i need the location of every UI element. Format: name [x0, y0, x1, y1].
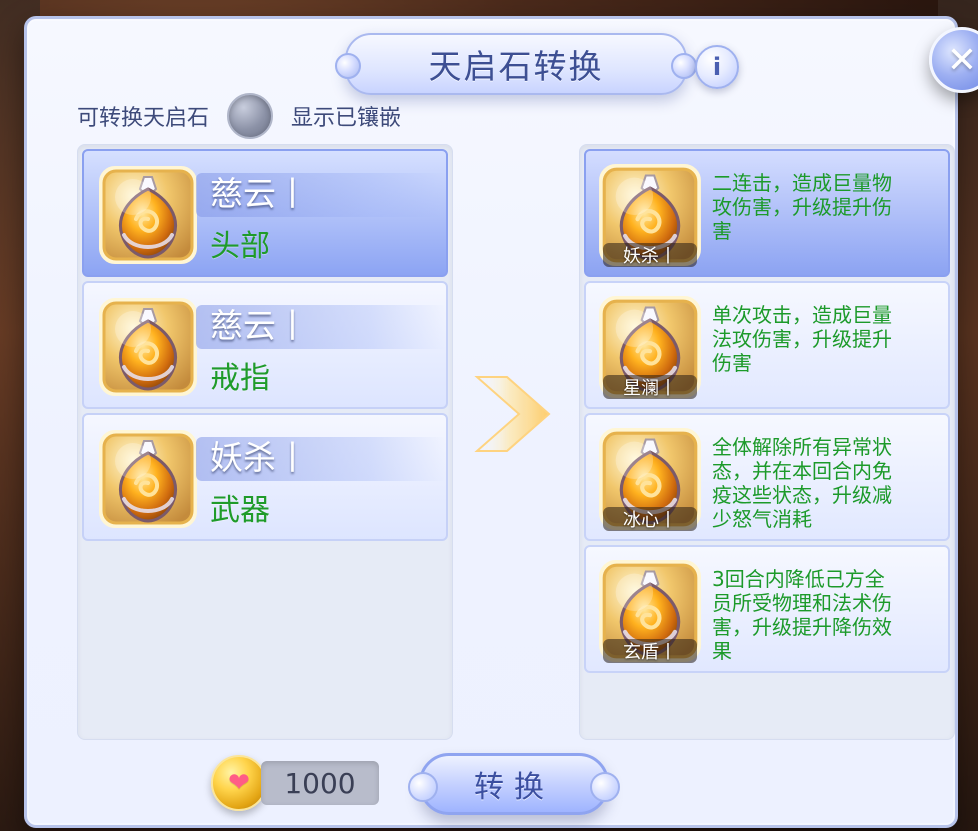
- close-icon: ✕: [946, 39, 978, 81]
- dialog-title: 天启石转换: [428, 47, 604, 86]
- info-icon: i: [712, 53, 722, 81]
- filter-label-show-embedded: 显示已镶嵌: [291, 106, 402, 131]
- sky-stone-icon: [98, 297, 198, 397]
- close-button[interactable]: ✕: [929, 27, 978, 93]
- right-stone-item[interactable]: 冰心丨 全体解除所有异常状 态，并在本回合内免 疫这些状态，升级减 少怒气消耗: [584, 413, 950, 541]
- heart-coin-icon: ❤: [211, 755, 267, 811]
- equipment-slot: 头部: [210, 229, 270, 264]
- left-stone-item[interactable]: 慈云丨 戒指: [82, 281, 448, 409]
- equipment-slot: 武器: [210, 493, 270, 528]
- convert-button[interactable]: 转换: [408, 753, 620, 815]
- dialog-title-bar: 天启石转换: [335, 33, 697, 95]
- skill-description: 单次攻击，造成巨量 法攻伤害，升级提升 伤害: [712, 303, 892, 375]
- stone-convert-dialog: 天启石转换 i ✕ 可转换天启石 显示已镶嵌 慈云丨 头部 慈云丨 戒指 妖杀丨 武器 妖…: [24, 16, 978, 828]
- stone-name: 慈云丨: [210, 174, 309, 213]
- sky-stone-icon: [98, 165, 198, 265]
- info-button[interactable]: i: [695, 45, 739, 89]
- stone-name: 妖杀丨: [210, 438, 309, 477]
- currency-amount: 1000: [261, 761, 379, 805]
- convert-label: 转换: [474, 770, 554, 805]
- right-stone-item[interactable]: 玄盾丨 3回合内降低己方全 员所受物理和法术伤 害，升级提升降伤效 果: [584, 545, 950, 673]
- filter-label-convertible: 可转换天启石: [77, 106, 210, 131]
- skill-description: 3回合内降低己方全 员所受物理和法术伤 害，升级提升降伤效 果: [712, 567, 892, 663]
- right-stone-item[interactable]: 妖杀丨 二连击，造成巨量物 攻伤害，升级提升伤 害: [584, 149, 950, 277]
- skill-description: 二连击，造成巨量物 攻伤害，升级提升伤 害: [712, 171, 892, 243]
- skill-description: 全体解除所有异常状 态，并在本回合内免 疫这些状态，升级减 少怒气消耗: [712, 435, 892, 531]
- stone-label: 冰心丨: [603, 507, 697, 531]
- left-stone-item[interactable]: 慈云丨 头部: [82, 149, 448, 277]
- right-stone-list[interactable]: 妖杀丨 二连击，造成巨量物 攻伤害，升级提升伤 害星澜丨 单次攻击，造成巨量 法攻伤…: [579, 144, 955, 740]
- sky-stone-icon: [98, 429, 198, 529]
- currency-display: ❤ 1000: [211, 755, 379, 811]
- left-stone-item[interactable]: 妖杀丨 武器: [82, 413, 448, 541]
- show-embedded-toggle[interactable]: [227, 93, 274, 139]
- stone-label: 妖杀丨: [603, 243, 697, 267]
- stone-label: 玄盾丨: [603, 639, 697, 663]
- left-stone-list[interactable]: 慈云丨 头部 慈云丨 戒指 妖杀丨 武器: [77, 144, 453, 740]
- equipment-slot: 戒指: [210, 361, 270, 396]
- arrow-right-icon: [474, 376, 551, 452]
- stone-name: 慈云丨: [210, 306, 309, 345]
- stone-label: 星澜丨: [603, 375, 697, 399]
- filter-row: 可转换天启石 显示已镶嵌: [77, 93, 402, 139]
- right-stone-item[interactable]: 星澜丨 单次攻击，造成巨量 法攻伤害，升级提升 伤害: [584, 281, 950, 409]
